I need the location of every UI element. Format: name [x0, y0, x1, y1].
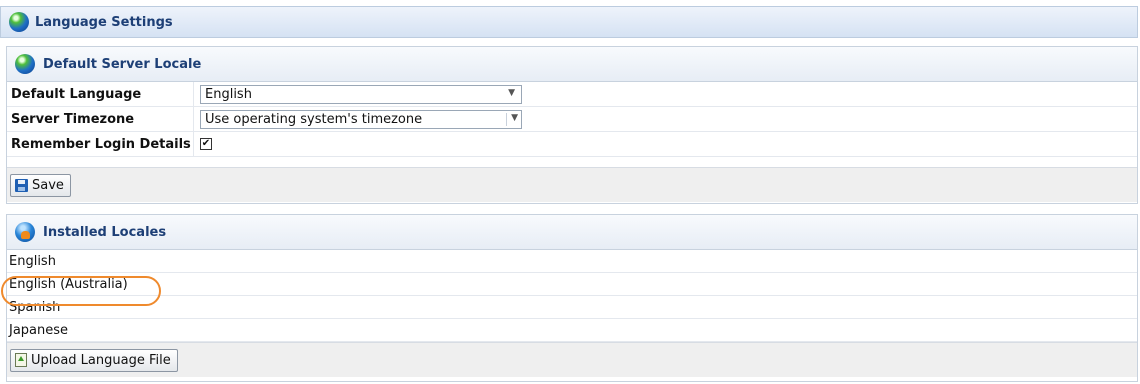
- chevron-down-icon: ▼: [508, 87, 515, 98]
- server-timezone-select[interactable]: Use operating system's timezone ▼: [200, 109, 522, 129]
- globe-icon: [9, 12, 29, 32]
- server-timezone-label: Server Timezone: [7, 107, 194, 131]
- default-language-label: Default Language: [7, 82, 194, 106]
- locale-list-item[interactable]: Japanese: [7, 319, 1137, 342]
- upload-language-file-button[interactable]: Upload Language File: [10, 348, 178, 372]
- panel-header: Default Server Locale: [7, 47, 1137, 82]
- upload-file-icon: [15, 353, 27, 367]
- upload-button-bar: Upload Language File: [7, 342, 1137, 377]
- user-icon: [15, 222, 35, 242]
- locale-name: Japanese: [9, 322, 69, 338]
- panel-header: Installed Locales: [7, 215, 1137, 250]
- locale-name: English (Australia): [9, 276, 128, 292]
- default-server-locale-panel: Default Server Locale Default Language E…: [6, 46, 1138, 204]
- installed-locales-panel: Installed Locales English English (Austr…: [6, 214, 1138, 382]
- locale-list-item[interactable]: English: [7, 250, 1137, 273]
- locale-name: English: [9, 253, 56, 269]
- save-button-label: Save: [32, 177, 64, 193]
- page-title-bar: Language Settings: [0, 6, 1138, 38]
- locale-list-item[interactable]: Spanish: [7, 296, 1137, 319]
- remember-login-label: Remember Login Details: [7, 132, 194, 156]
- remember-login-row: Remember Login Details ✔: [7, 132, 1137, 157]
- chevron-down-icon: ▼: [506, 112, 518, 126]
- locale-list-item[interactable]: English (Australia): [7, 273, 1137, 296]
- default-language-value: English: [205, 86, 252, 102]
- default-language-select[interactable]: English ▼: [200, 84, 522, 104]
- save-button[interactable]: Save: [10, 173, 71, 197]
- page-title: Language Settings: [35, 14, 173, 30]
- upload-button-label: Upload Language File: [31, 352, 171, 368]
- server-timezone-value: Use operating system's timezone: [205, 111, 423, 127]
- globe-icon: [15, 54, 35, 74]
- server-timezone-row: Server Timezone Use operating system's t…: [7, 107, 1137, 132]
- save-button-bar: Save: [7, 167, 1137, 202]
- floppy-disk-icon: [15, 178, 28, 192]
- remember-login-checkbox[interactable]: ✔: [200, 138, 212, 150]
- locale-name: Spanish: [9, 299, 61, 315]
- panel-title: Default Server Locale: [43, 56, 202, 72]
- panel-title: Installed Locales: [43, 224, 167, 240]
- default-language-row: Default Language English ▼: [7, 82, 1137, 107]
